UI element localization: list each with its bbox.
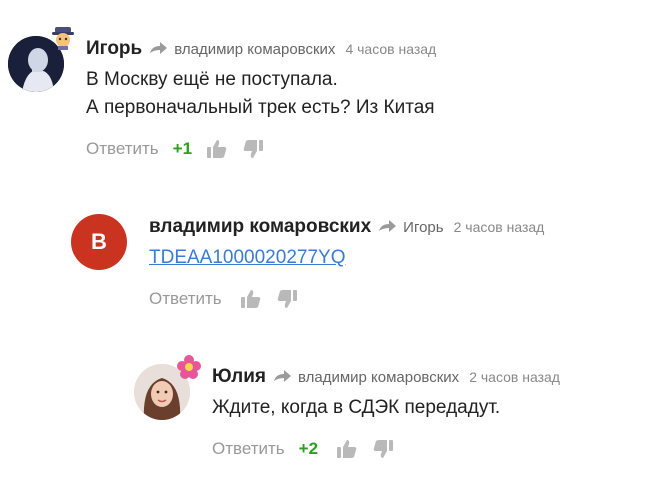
timestamp: 2 часов назад [453, 219, 545, 235]
thumbs-down-icon[interactable] [242, 138, 264, 160]
comment-header: Игорь владимир комаровских 4 часов назад [86, 36, 645, 62]
reply-to-name[interactable]: владимир комаровских [174, 41, 335, 58]
comment-text: Ждите, когда в СДЭК передадут. [212, 394, 645, 422]
thumbs-up-icon[interactable] [336, 438, 358, 460]
thumbs-down-icon[interactable] [372, 438, 394, 460]
reply-button[interactable]: Ответить [86, 139, 159, 159]
vote-score: +2 [298, 439, 319, 458]
thumbs-down-icon[interactable] [276, 288, 298, 310]
reply-arrow-icon [150, 42, 168, 54]
reply-arrow-icon [379, 220, 397, 232]
thumbs-up-icon[interactable] [206, 138, 228, 160]
vote-score: +1 [172, 139, 193, 158]
author-name[interactable]: Игорь [86, 38, 142, 60]
comment-text-line: А первоначальный трек есть? Из Китая [86, 97, 435, 118]
comment-header: Юлия владимир комаровских 2 часов назад [212, 364, 645, 390]
thumbs-up-icon[interactable] [240, 288, 262, 310]
comment: Юлия владимир комаровских 2 часов назад … [0, 355, 645, 472]
comment-text-line: В Москву ещё не поступала. [86, 69, 338, 90]
reply-arrow-icon [273, 370, 291, 382]
comment-actions: Ответить [149, 286, 645, 312]
comment-text: TDEAA1000020277YQ [149, 244, 645, 272]
tracking-link[interactable]: TDEAA1000020277YQ [149, 247, 345, 268]
author-name[interactable]: Юлия [212, 366, 266, 388]
comment-text: В Москву ещё не поступала. А первоначаль… [86, 66, 645, 122]
comment-text-line: Ждите, когда в СДЭК передадут. [212, 397, 501, 418]
reply-button[interactable]: Ответить [149, 289, 222, 309]
reply-to-name[interactable]: владимир комаровских [298, 369, 459, 386]
flower-emoji-badge-icon [177, 355, 201, 379]
timestamp: 2 часов назад [469, 369, 560, 385]
avatar[interactable]: В [71, 214, 127, 270]
detective-emoji-badge-icon [52, 27, 74, 50]
comment-actions: Ответить +1 [86, 136, 645, 162]
timestamp: 4 часов назад [345, 41, 437, 57]
comment-header: владимир комаровских Игорь 2 часов назад [149, 214, 645, 240]
reply-to-name[interactable]: Игорь [403, 219, 443, 236]
comment-actions: Ответить +2 [212, 436, 645, 462]
author-name[interactable]: владимир комаровских [149, 216, 371, 238]
reply-button[interactable]: Ответить [212, 439, 285, 459]
comment: В владимир комаровских Игорь 2 часов наз… [0, 212, 645, 322]
comment: Игорь владимир комаровских 4 часов назад… [0, 27, 645, 170]
